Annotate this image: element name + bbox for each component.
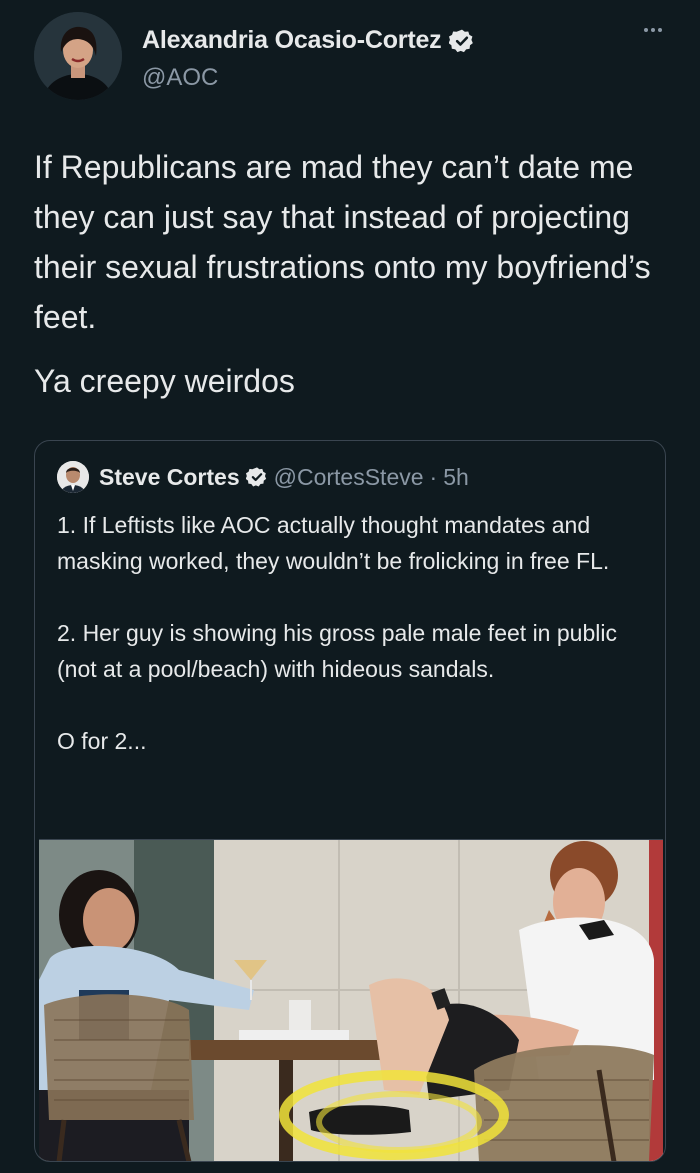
quoted-tweet-card[interactable]: Steve Cortes @CortesSteve · 5h 1. If Lef… (34, 440, 666, 1162)
verified-badge-icon (449, 28, 475, 54)
quoted-tweet-timestamp[interactable]: 5h (443, 464, 469, 491)
tweet-header: Alexandria Ocasio-Cortez @AOC (30, 12, 670, 108)
separator-dot: · (429, 463, 438, 490)
quoted-author-avatar[interactable] (57, 461, 89, 493)
more-options-icon[interactable] (638, 28, 668, 40)
quoted-author-name[interactable]: Steve Cortes (99, 464, 240, 491)
verified-badge-icon (245, 466, 268, 488)
quoted-paragraph: 2. Her guy is showing his gross pale mal… (57, 620, 617, 682)
author-avatar[interactable] (34, 12, 122, 100)
quoted-author-handle[interactable]: @CortesSteve (274, 464, 424, 491)
tweet-text: If Republicans are mad they can’t date m… (34, 142, 674, 406)
quoted-tweet-header: Steve Cortes @CortesSteve · 5h (57, 461, 469, 493)
quoted-tweet-text: 1. If Leftists like AOC actually thought… (57, 507, 647, 759)
tweet-paragraph: Ya creepy weirdos (34, 363, 295, 399)
quoted-tweet-photo[interactable] (39, 839, 663, 1161)
author-handle[interactable]: @AOC (142, 64, 218, 92)
author-name-row: Alexandria Ocasio-Cortez (142, 26, 475, 55)
author-name[interactable]: Alexandria Ocasio-Cortez (142, 26, 442, 55)
quoted-paragraph: O for 2... (57, 728, 147, 754)
tweet-paragraph: If Republicans are mad they can’t date m… (34, 149, 651, 335)
quoted-paragraph: 1. If Leftists like AOC actually thought… (57, 512, 610, 574)
